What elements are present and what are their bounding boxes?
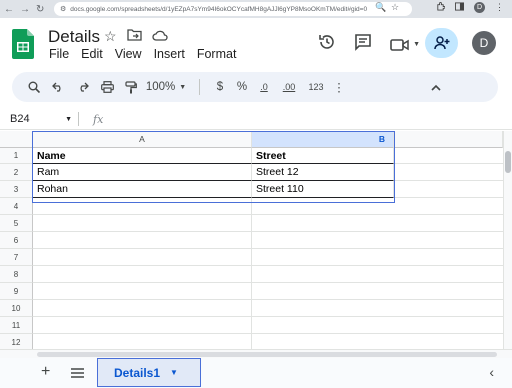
extensions-icon[interactable] xyxy=(436,2,446,13)
formula-divider xyxy=(78,112,79,126)
version-history-icon[interactable] xyxy=(318,33,336,56)
row-header-6[interactable]: 6 xyxy=(0,232,33,249)
browser-actions: D ⋮ xyxy=(436,2,504,13)
cell-a1[interactable]: Name xyxy=(33,148,252,164)
column-header-b[interactable]: B xyxy=(252,131,394,148)
row-header-10[interactable]: 10 xyxy=(0,300,33,317)
toolbar: 100% ▼ $ % .0 .00 123 ⋮ xyxy=(12,72,498,102)
sheet-tab-label: Details1 xyxy=(114,365,161,380)
vertical-scroll-thumb[interactable] xyxy=(505,151,511,173)
comments-icon[interactable] xyxy=(354,33,372,56)
zoom-icon[interactable]: 🔍 xyxy=(375,2,386,13)
increase-decimal-button[interactable]: .00 xyxy=(275,75,303,99)
header-actions: ▼ xyxy=(318,33,420,56)
row-header-7[interactable]: 7 xyxy=(0,249,33,266)
search-menus-icon[interactable] xyxy=(24,75,44,99)
zoom-select[interactable]: 100% ▼ xyxy=(142,75,190,99)
cell-b2[interactable]: Street 12 xyxy=(252,164,394,181)
site-info-icon[interactable]: ⚙ xyxy=(60,5,66,13)
undo-icon[interactable] xyxy=(44,75,72,99)
browser-bar: ← → ↻ ⚙ docs.google.com/spreadsheets/d/1… xyxy=(0,0,512,18)
menu-format[interactable]: Format xyxy=(196,47,238,61)
app-window: ← → ↻ ⚙ docs.google.com/spreadsheets/d/1… xyxy=(0,0,512,388)
toolbar-divider xyxy=(199,79,200,95)
horizontal-scroll-thumb[interactable] xyxy=(37,352,497,357)
reload-icon[interactable]: ↻ xyxy=(36,4,44,15)
row-header-8[interactable]: 8 xyxy=(0,266,33,283)
browser-nav: ← → ↻ xyxy=(0,4,44,15)
column-c-cells[interactable] xyxy=(394,148,503,198)
increase-decimal-label: .00 xyxy=(282,82,296,92)
sheet-tab-bar: + Details1 ▼ ‹ xyxy=(0,358,512,388)
format-percent-button[interactable]: % xyxy=(231,75,253,99)
more-options-icon[interactable]: ⋮ xyxy=(329,75,349,99)
cloud-status-icon[interactable] xyxy=(151,28,168,45)
print-icon[interactable] xyxy=(94,75,120,99)
user-avatar[interactable]: D xyxy=(472,31,496,55)
meet-icon[interactable]: ▼ xyxy=(390,38,420,52)
collapse-menus-icon[interactable] xyxy=(425,75,447,99)
browser-profile-avatar[interactable]: D xyxy=(474,2,485,13)
cell-b3[interactable]: Street 110 xyxy=(252,181,394,198)
side-panel-toggle-icon[interactable]: ‹ xyxy=(489,364,494,380)
back-icon[interactable]: ← xyxy=(4,4,14,15)
cell-b1[interactable]: Street xyxy=(252,148,394,164)
add-sheet-icon[interactable]: + xyxy=(41,363,50,381)
horizontal-scrollbar[interactable] xyxy=(0,349,512,358)
redo-icon[interactable] xyxy=(72,75,94,99)
menu-file[interactable]: File xyxy=(48,47,70,61)
fx-icon: fx xyxy=(93,112,104,126)
row-header-2[interactable]: 2 xyxy=(0,164,33,181)
sheet-tab-details1[interactable]: Details1 ▼ xyxy=(97,358,201,387)
row-header-9[interactable]: 9 xyxy=(0,283,33,300)
menu-edit[interactable]: Edit xyxy=(80,47,104,61)
bookmark-star-icon[interactable]: ☆ xyxy=(391,2,399,13)
column-header-c[interactable] xyxy=(394,131,503,148)
decrease-decimal-button[interactable]: .0 xyxy=(253,75,275,99)
sidebar-icon[interactable] xyxy=(455,2,464,13)
cell-a2[interactable]: Ram xyxy=(33,164,252,181)
formula-input[interactable] xyxy=(103,109,512,129)
menu-bar: File Edit View Insert Format xyxy=(48,47,237,61)
menu-insert[interactable]: Insert xyxy=(153,47,186,61)
name-box[interactable]: B24 ▼ xyxy=(0,113,78,125)
meet-dropdown-icon[interactable]: ▼ xyxy=(413,41,420,48)
spreadsheet-grid: A B 1 2 3 4 5 6 7 8 9 10 11 12 Name Stre… xyxy=(0,131,503,349)
decrease-decimal-label: .0 xyxy=(260,82,268,92)
row-header-4[interactable]: 4 xyxy=(0,198,33,215)
all-sheets-icon[interactable] xyxy=(71,365,84,383)
paint-format-icon[interactable] xyxy=(120,75,142,99)
zoom-value: 100% xyxy=(145,81,176,93)
url-text: docs.google.com/spreadsheets/d/1yEZpA7sY… xyxy=(70,5,368,13)
sheet-tab-dropdown-icon[interactable]: ▼ xyxy=(170,368,178,377)
cell-a3[interactable]: Rohan xyxy=(33,181,252,198)
browser-menu-icon[interactable]: ⋮ xyxy=(495,2,504,13)
row-header-5[interactable]: 5 xyxy=(0,215,33,232)
formula-bar: B24 ▼ fx xyxy=(0,109,512,130)
menu-view[interactable]: View xyxy=(114,47,143,61)
select-all-corner[interactable] xyxy=(0,131,33,148)
title-actions: ☆ xyxy=(104,28,168,45)
add-person-icon xyxy=(433,36,449,50)
row-header-1[interactable]: 1 xyxy=(0,148,33,164)
empty-cells[interactable] xyxy=(33,198,503,349)
share-button[interactable] xyxy=(425,28,458,58)
move-folder-icon[interactable] xyxy=(126,28,142,45)
sheets-logo-icon[interactable] xyxy=(12,29,34,59)
format-currency-button[interactable]: $ xyxy=(209,75,231,99)
zoom-dropdown-icon: ▼ xyxy=(179,83,187,91)
row-header-3[interactable]: 3 xyxy=(0,181,33,198)
star-icon[interactable]: ☆ xyxy=(104,28,117,45)
forward-icon[interactable]: → xyxy=(20,4,30,15)
row-header-12[interactable]: 12 xyxy=(0,334,33,349)
column-header-a[interactable]: A xyxy=(33,131,252,148)
name-box-dropdown-icon: ▼ xyxy=(65,115,72,123)
document-title[interactable]: Details xyxy=(48,27,100,47)
name-box-value: B24 xyxy=(10,113,30,125)
more-formats-button[interactable]: 123 xyxy=(303,75,329,99)
vertical-scrollbar[interactable] xyxy=(503,131,512,349)
address-bar[interactable]: ⚙ docs.google.com/spreadsheets/d/1yEZpA7… xyxy=(54,2,412,16)
row-header-11[interactable]: 11 xyxy=(0,317,33,334)
